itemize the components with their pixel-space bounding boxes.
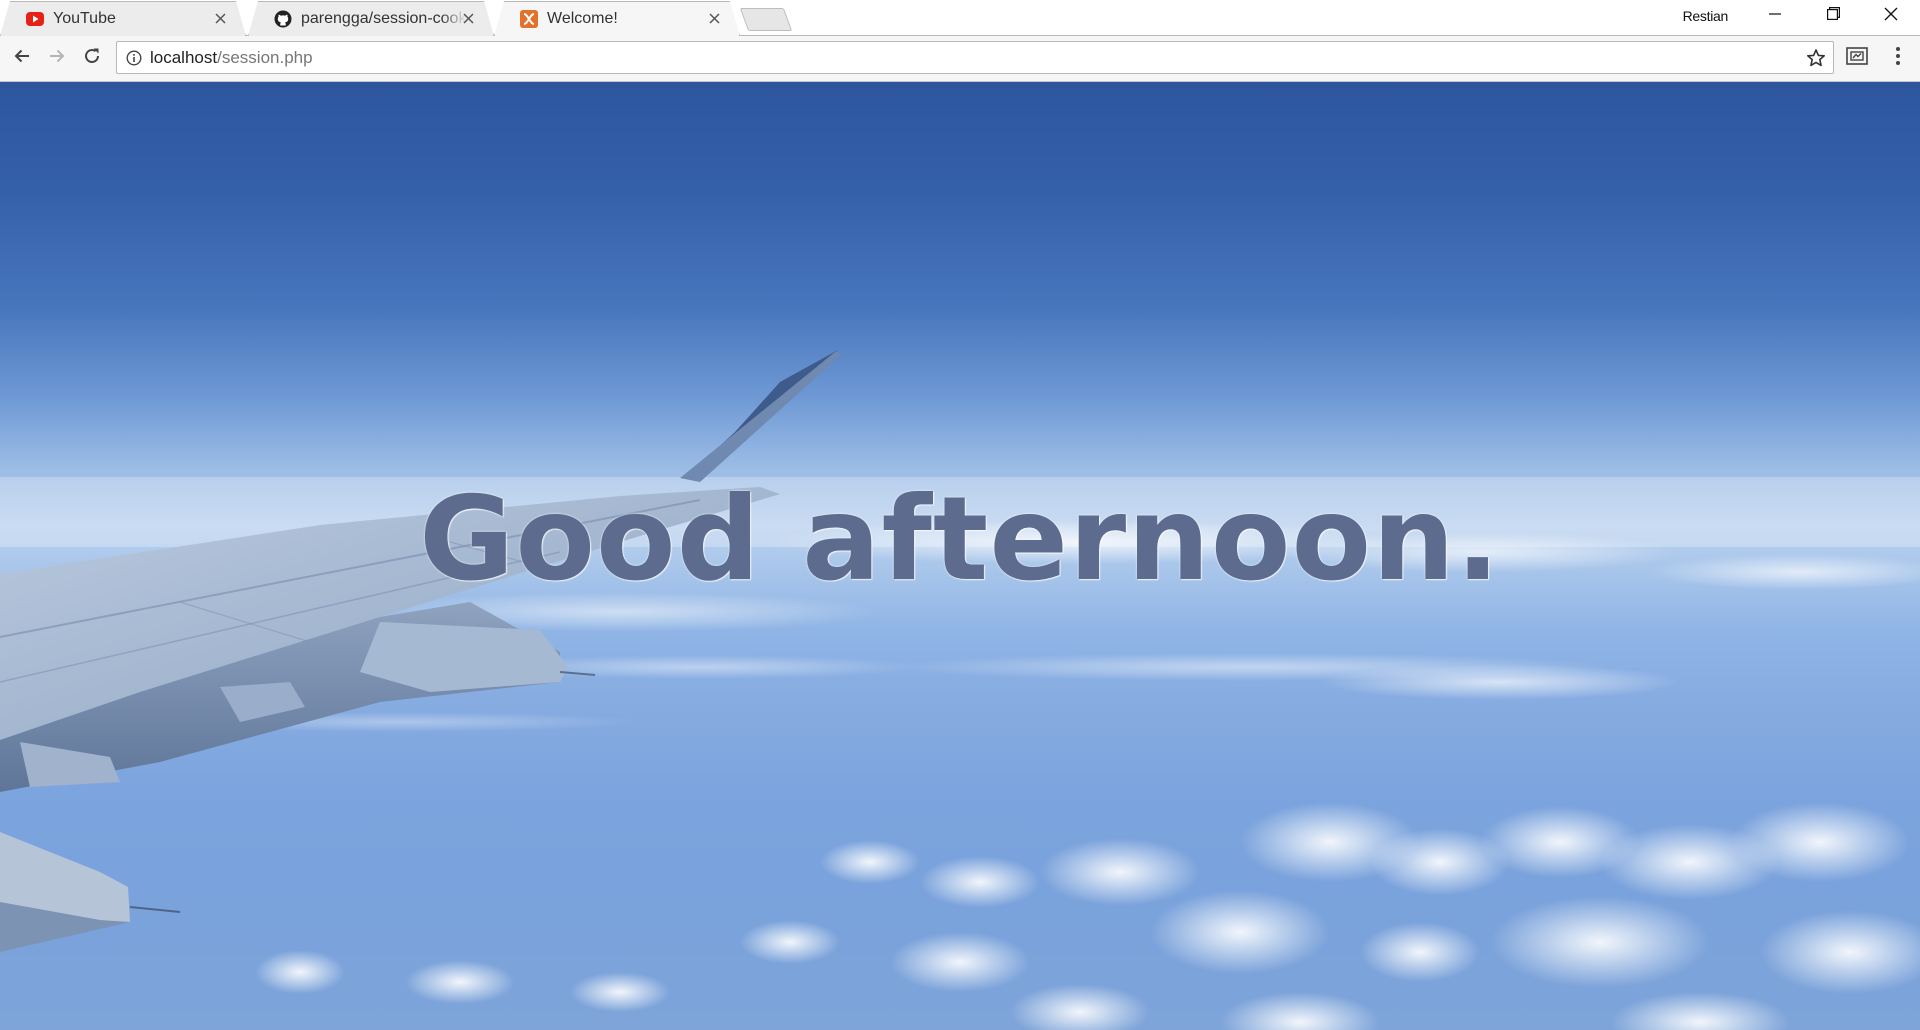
tab-strip: YouTube parengga/session-cookie Welcome! xyxy=(0,0,1920,36)
profile-name[interactable]: Restian xyxy=(1683,8,1729,24)
browser-toolbar: localhost/session.php xyxy=(0,36,1920,82)
forward-arrow-icon xyxy=(48,47,66,70)
url-path: /session.php xyxy=(217,47,313,67)
minimize-button[interactable] xyxy=(1746,0,1804,32)
address-bar[interactable]: localhost/session.php xyxy=(116,41,1834,74)
close-icon xyxy=(1884,7,1898,26)
extension-button[interactable] xyxy=(1844,45,1870,71)
bookmark-star-icon[interactable] xyxy=(1805,47,1827,69)
reload-button[interactable] xyxy=(79,45,105,71)
forward-button[interactable] xyxy=(44,45,70,71)
airplane-wing-image xyxy=(0,350,842,952)
restore-button[interactable] xyxy=(1804,0,1862,32)
tab-title: parengga/session-cookie xyxy=(301,9,466,27)
back-button[interactable] xyxy=(9,45,35,71)
tab-title: Welcome! xyxy=(547,9,618,27)
close-window-button[interactable] xyxy=(1862,0,1920,32)
info-icon[interactable] xyxy=(126,49,142,66)
minimize-icon xyxy=(1769,7,1781,25)
more-vert-icon xyxy=(1895,46,1901,71)
back-arrow-icon xyxy=(13,47,31,70)
menu-button[interactable] xyxy=(1885,45,1911,71)
close-tab-icon[interactable] xyxy=(212,10,228,26)
restore-icon xyxy=(1826,7,1840,25)
cast-extension-icon xyxy=(1846,46,1868,71)
address-text[interactable]: localhost/session.php xyxy=(150,48,313,68)
close-tab-icon[interactable] xyxy=(706,10,722,26)
page-viewport: Good afternoon. xyxy=(0,82,1920,1030)
greeting-heading: Good afternoon. xyxy=(419,471,1501,607)
tab-github[interactable]: parengga/session-cookie xyxy=(248,1,494,36)
github-icon xyxy=(274,10,292,28)
tab-title: YouTube xyxy=(53,9,116,27)
tab-welcome[interactable]: Welcome! xyxy=(494,1,740,36)
close-tab-icon[interactable] xyxy=(460,10,476,26)
new-tab-button[interactable] xyxy=(739,8,793,31)
tab-youtube[interactable]: YouTube xyxy=(0,1,246,36)
reload-icon xyxy=(83,47,101,70)
youtube-icon xyxy=(26,10,44,28)
url-host: localhost xyxy=(150,47,218,67)
xampp-icon xyxy=(520,9,538,28)
